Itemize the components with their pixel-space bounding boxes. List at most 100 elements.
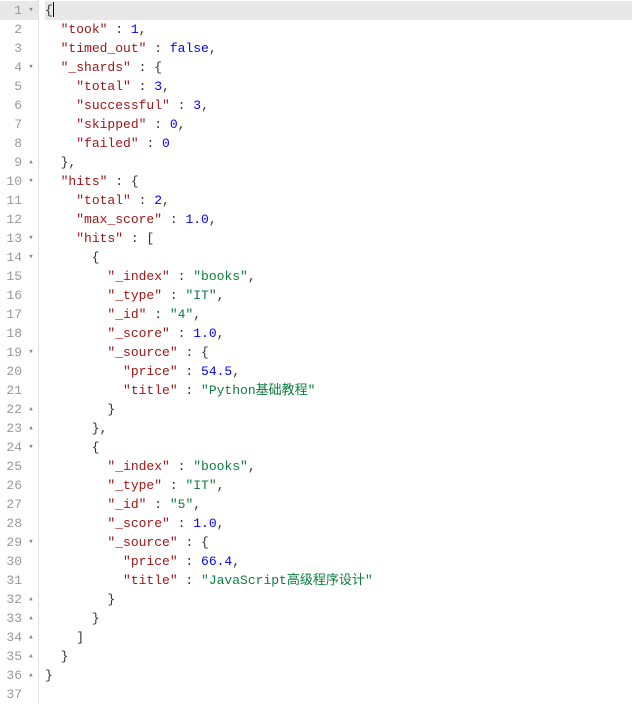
code-line[interactable]: } — [45, 400, 632, 419]
fold-open-icon[interactable]: ▾ — [26, 248, 36, 267]
token-n: 0 — [170, 117, 178, 132]
token-p: , — [217, 326, 225, 341]
token-p: : — [170, 516, 193, 531]
token-p: : — [139, 136, 162, 151]
line-number: 25 — [0, 457, 26, 476]
token-k: "title" — [123, 383, 178, 398]
token-p: , — [139, 22, 147, 37]
code-line[interactable]: "successful" : 3, — [45, 96, 632, 115]
gutter-row: 30 — [0, 552, 38, 571]
line-number: 17 — [0, 305, 26, 324]
code-line[interactable]: "_index" : "books", — [45, 457, 632, 476]
code-line[interactable]: "hits" : [ — [45, 229, 632, 248]
token-k: "skipped" — [76, 117, 146, 132]
code-line[interactable]: "title" : "JavaScript高级程序设计" — [45, 571, 632, 590]
fold-close-icon[interactable]: ▴ — [26, 628, 36, 647]
token-n: 1.0 — [193, 326, 216, 341]
token-s: "IT" — [185, 478, 216, 493]
code-line[interactable]: "_source" : { — [45, 343, 632, 362]
code-line[interactable]: "_index" : "books", — [45, 267, 632, 286]
token-n: 1 — [131, 22, 139, 37]
line-number: 16 — [0, 286, 26, 305]
token-s: "IT" — [185, 288, 216, 303]
fold-close-icon[interactable]: ▴ — [26, 590, 36, 609]
fold-open-icon[interactable]: ▾ — [26, 229, 36, 248]
token-p — [45, 307, 107, 322]
code-line[interactable]: "_score" : 1.0, — [45, 514, 632, 533]
code-line[interactable]: { — [45, 1, 632, 20]
gutter-row: 22▴ — [0, 400, 38, 419]
fold-close-icon[interactable]: ▴ — [26, 153, 36, 172]
code-line[interactable]: { — [45, 248, 632, 267]
code-area[interactable]: { "took" : 1, "timed_out" : false, "_sha… — [39, 0, 632, 704]
fold-close-icon[interactable]: ▴ — [26, 666, 36, 685]
code-line[interactable]: } — [45, 647, 632, 666]
code-line[interactable]: }, — [45, 153, 632, 172]
code-line[interactable]: "_score" : 1.0, — [45, 324, 632, 343]
fold-open-icon[interactable]: ▾ — [26, 343, 36, 362]
fold-open-icon[interactable]: ▾ — [26, 533, 36, 552]
token-p — [45, 554, 123, 569]
line-number: 22 — [0, 400, 26, 419]
token-p — [45, 79, 76, 94]
line-number: 5 — [0, 77, 26, 96]
code-line[interactable]: "max_score" : 1.0, — [45, 210, 632, 229]
token-p — [45, 193, 76, 208]
code-line[interactable]: "_type" : "IT", — [45, 286, 632, 305]
token-p — [45, 212, 76, 227]
fold-close-icon[interactable]: ▴ — [26, 419, 36, 438]
code-line[interactable]: "took" : 1, — [45, 20, 632, 39]
line-number: 24 — [0, 438, 26, 457]
token-p: : — [146, 307, 169, 322]
code-line[interactable]: } — [45, 666, 632, 685]
code-line[interactable]: "timed_out" : false, — [45, 39, 632, 58]
gutter-row: 37 — [0, 685, 38, 704]
code-line[interactable]: "_source" : { — [45, 533, 632, 552]
token-p — [45, 459, 107, 474]
token-p — [45, 231, 76, 246]
code-line[interactable]: "skipped" : 0, — [45, 115, 632, 134]
fold-close-icon[interactable]: ▴ — [26, 609, 36, 628]
token-p: { — [45, 440, 100, 455]
line-number: 12 — [0, 210, 26, 229]
code-line[interactable]: "_shards" : { — [45, 58, 632, 77]
line-number: 30 — [0, 552, 26, 571]
token-p: , — [193, 307, 201, 322]
line-number: 4 — [0, 58, 26, 77]
code-line[interactable]: } — [45, 609, 632, 628]
code-line[interactable]: "price" : 66.4, — [45, 552, 632, 571]
code-line[interactable]: ] — [45, 628, 632, 647]
token-p — [45, 497, 107, 512]
fold-open-icon[interactable]: ▾ — [26, 58, 36, 77]
code-line[interactable]: "_type" : "IT", — [45, 476, 632, 495]
token-b: false — [170, 41, 209, 56]
code-editor[interactable]: 1▾234▾56789▴10▾111213▾14▾1516171819▾2021… — [0, 0, 632, 704]
code-line[interactable]: } — [45, 590, 632, 609]
fold-close-icon[interactable]: ▴ — [26, 400, 36, 419]
code-line[interactable] — [45, 685, 632, 704]
line-number: 36 — [0, 666, 26, 685]
code-line[interactable]: "hits" : { — [45, 172, 632, 191]
code-line[interactable]: "failed" : 0 — [45, 134, 632, 153]
code-line[interactable]: "total" : 2, — [45, 191, 632, 210]
code-line[interactable]: { — [45, 438, 632, 457]
fold-open-icon[interactable]: ▾ — [26, 438, 36, 457]
token-p: : — [170, 269, 193, 284]
gutter-row: 25 — [0, 457, 38, 476]
token-s: "books" — [193, 269, 248, 284]
code-line[interactable]: "total" : 3, — [45, 77, 632, 96]
fold-open-icon[interactable]: ▾ — [26, 1, 36, 20]
code-line[interactable]: "price" : 54.5, — [45, 362, 632, 381]
code-line[interactable]: "_id" : "4", — [45, 305, 632, 324]
line-number: 18 — [0, 324, 26, 343]
code-line[interactable]: "title" : "Python基础教程" — [45, 381, 632, 400]
token-p: , — [209, 212, 217, 227]
gutter-row: 9▴ — [0, 153, 38, 172]
code-line[interactable]: "_id" : "5", — [45, 495, 632, 514]
token-k: "successful" — [76, 98, 170, 113]
gutter-row: 5 — [0, 77, 38, 96]
fold-open-icon[interactable]: ▾ — [26, 172, 36, 191]
code-line[interactable]: }, — [45, 419, 632, 438]
token-p — [45, 516, 107, 531]
fold-close-icon[interactable]: ▴ — [26, 647, 36, 666]
